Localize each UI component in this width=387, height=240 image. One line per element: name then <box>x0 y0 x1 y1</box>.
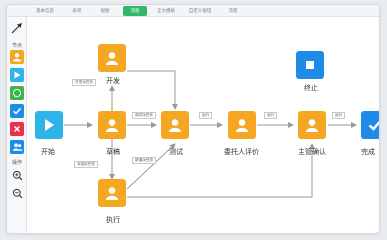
zoom-out-icon[interactable] <box>10 186 24 200</box>
node-test-label: 测试 <box>169 149 183 156</box>
arrow-icon[interactable] <box>10 21 24 35</box>
edge-label-pass-2: 运行 <box>264 112 278 119</box>
person-icon <box>106 52 118 65</box>
person-icon <box>106 187 118 200</box>
node-dev-label: 开发 <box>106 78 120 85</box>
node-test[interactable] <box>161 111 189 139</box>
edge-dev-test <box>127 70 178 110</box>
group-icon[interactable] <box>10 140 24 154</box>
process-canvas[interactable]: 开始 开发 草稿 测试 执行 委托人评价 主管确认 终止 完成 开发派任务 调试… <box>28 17 379 233</box>
tab-form[interactable]: 表单 <box>65 6 89 16</box>
edge-label-dev: 开发派任务 <box>72 79 96 86</box>
check-icon[interactable] <box>10 104 24 118</box>
node-draft[interactable] <box>98 111 126 139</box>
node-entrust[interactable] <box>228 111 256 139</box>
node-manager-label: 主管确认 <box>298 149 326 156</box>
ops-section-label: 操作 <box>11 160 22 166</box>
tab-custom-button[interactable]: 自定义按钮 <box>185 6 215 16</box>
play-icon <box>45 119 54 131</box>
person-icon[interactable] <box>10 50 24 64</box>
edge-label-test: 调试派任务 <box>132 112 156 119</box>
node-draft-label: 草稿 <box>106 149 120 156</box>
node-complete-label: 完成 <box>361 149 375 156</box>
tab-doc-template[interactable]: 正文模板 <box>153 6 179 16</box>
tab-view[interactable]: 视图 <box>93 6 117 16</box>
edge-label-exec: 新增派任务 <box>132 157 156 164</box>
person-icon <box>236 119 248 132</box>
node-manager[interactable] <box>298 111 326 139</box>
edge-exec-test <box>126 143 176 190</box>
tab-process-2[interactable]: 流程 <box>221 6 245 16</box>
tool-sidebar: 节点 操作 <box>7 17 27 233</box>
edge-exec-manager <box>127 143 315 198</box>
connector-layer <box>64 70 357 198</box>
workflow-editor-window: 基本信息 表单 视图 流程 正文模板 自定义按钮 流程 节点 操作 开始 开发 … <box>6 4 380 234</box>
tab-process[interactable]: 流程 <box>123 6 147 16</box>
node-complete[interactable] <box>361 111 379 139</box>
node-start[interactable] <box>35 111 63 139</box>
edge-label-pass-3: 运行 <box>332 112 346 119</box>
node-exec-label: 执行 <box>106 217 120 224</box>
edge-label-assign: 派给执任务 <box>74 161 98 168</box>
tab-bar: 基本信息 表单 视图 流程 正文模板 自定义按钮 流程 <box>7 5 379 17</box>
node-dev[interactable] <box>98 44 126 72</box>
node-end-label: 终止 <box>304 85 318 92</box>
stop-icon <box>306 61 314 69</box>
play-icon[interactable] <box>10 68 24 82</box>
nodes-section-label: 节点 <box>11 43 22 49</box>
tab-basic-info[interactable]: 基本信息 <box>31 6 59 16</box>
node-end[interactable] <box>296 51 324 79</box>
zoom-in-icon[interactable] <box>10 168 24 182</box>
node-start-label: 开始 <box>41 149 55 156</box>
person-icon <box>106 119 118 132</box>
edge-label-pass-1: 运行 <box>199 112 213 119</box>
node-entrust-label: 委托人评价 <box>224 149 259 156</box>
person-icon <box>169 119 181 132</box>
check-icon <box>368 120 379 131</box>
node-exec[interactable] <box>98 179 126 207</box>
wechat-icon[interactable] <box>10 86 24 100</box>
person-icon <box>306 119 318 132</box>
close-icon[interactable] <box>10 122 24 136</box>
